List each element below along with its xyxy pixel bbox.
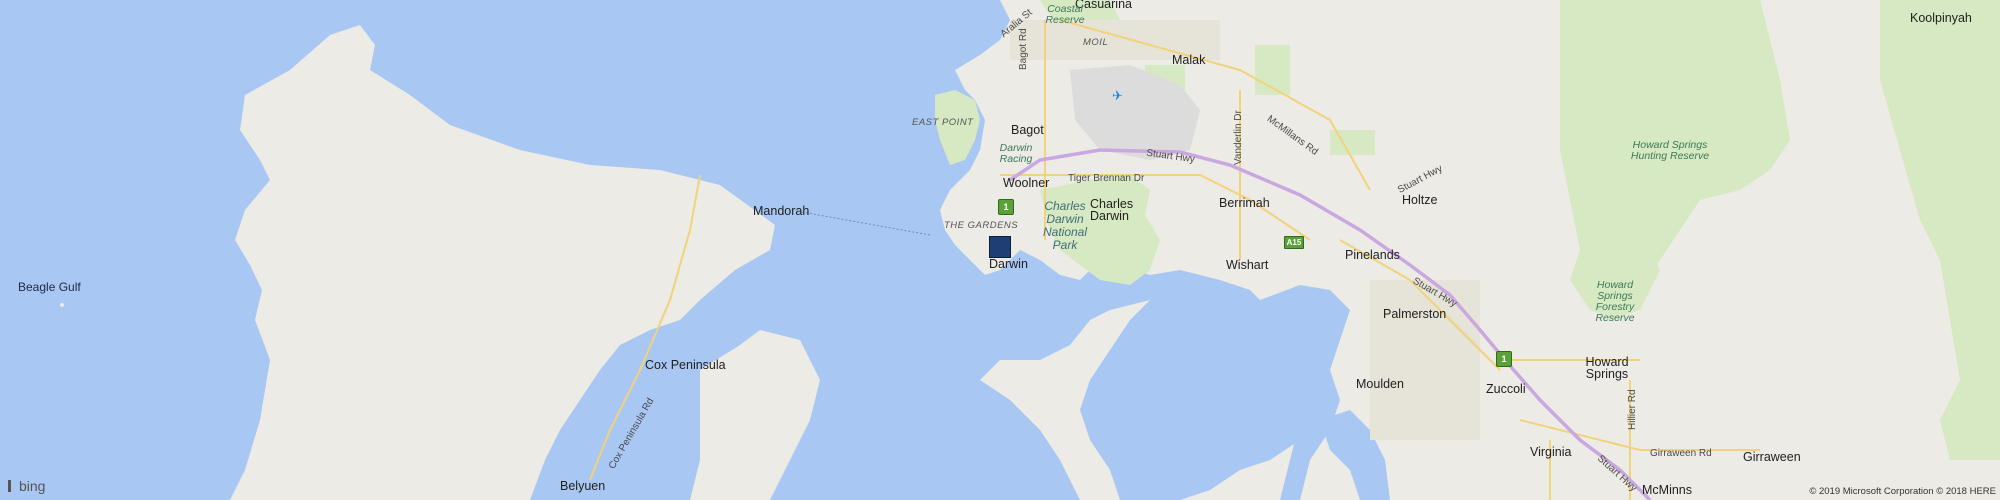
road-label-girraween-rd: Girraween Rd	[1650, 448, 1712, 459]
place-berrimah: Berrimah	[1219, 196, 1270, 210]
urban-area-2	[1370, 280, 1480, 440]
route-1-shield: 1	[1496, 351, 1512, 367]
place-belyuen: Belyuen	[560, 479, 606, 493]
place-mcminns: McMinns	[1642, 483, 1693, 497]
airport-icon[interactable]: ✈	[1112, 89, 1123, 102]
area-coastal-reserve: Coastal Reserve	[1045, 3, 1085, 26]
place-cox-peninsula: Cox Peninsula	[645, 358, 726, 372]
place-girraween: Girraween	[1743, 450, 1801, 464]
area-hunting-reserve: Howard Springs Hunting Reserve	[1630, 139, 1710, 162]
place-beagle-gulf: Beagle Gulf	[18, 280, 81, 294]
location-pin-marker[interactable]	[989, 236, 1011, 258]
bing-logo[interactable]: bing	[8, 478, 45, 494]
place-moulden: Moulden	[1356, 377, 1404, 391]
road-label-bagot-rd: Bagot Rd	[1018, 28, 1029, 70]
place-palmerston: Palmerston	[1383, 307, 1447, 321]
place-howard-springs: Howard Springs	[1585, 355, 1629, 381]
place-koolpinyah: Koolpinyah	[1910, 11, 1972, 25]
area-charles-darwin-national-park: Charles Darwin National Park	[1042, 199, 1088, 252]
place-holtze: Holtze	[1402, 193, 1438, 207]
route-1-shield: 1	[998, 199, 1014, 215]
area-moil: MOIL	[1083, 37, 1109, 48]
area-darwin-racing: Darwin Racing	[999, 142, 1033, 165]
place-woolner: Woolner	[1003, 176, 1050, 190]
place-malak: Malak	[1172, 53, 1206, 67]
bing-logo-text: bing	[19, 478, 46, 494]
bing-b-icon	[8, 480, 16, 492]
road-label-tiger-brennan: Tiger Brennan Dr	[1068, 173, 1145, 184]
place-darwin: Darwin	[989, 257, 1028, 271]
road-label-hillier-rd: Hillier Rd	[1627, 389, 1638, 430]
place-virginia: Virginia	[1530, 445, 1572, 459]
island	[60, 303, 64, 307]
place-wishart: Wishart	[1226, 258, 1269, 272]
route-a15-shield: A15	[1284, 236, 1304, 249]
map-canvas[interactable]: Casuarina Malak Koolpinyah Bagot Woolner…	[0, 0, 2000, 500]
copyright-notice: © 2019 Microsoft Corporation © 2018 HERE	[1809, 486, 1996, 497]
area-the-gardens: THE GARDENS	[944, 220, 1019, 231]
area-east-point: EAST POINT	[912, 117, 974, 128]
place-bagot: Bagot	[1011, 123, 1044, 137]
place-zuccoli: Zuccoli	[1486, 382, 1526, 396]
place-mandorah: Mandorah	[753, 204, 810, 218]
area-forestry-reserve: Howard Springs Forestry Reserve	[1595, 279, 1635, 324]
place-pinelands: Pinelands	[1345, 248, 1400, 262]
road-label-vanderlin-dr: Vanderlin Dr	[1233, 110, 1244, 165]
place-charles-darwin: Charles Darwin	[1090, 197, 1134, 223]
